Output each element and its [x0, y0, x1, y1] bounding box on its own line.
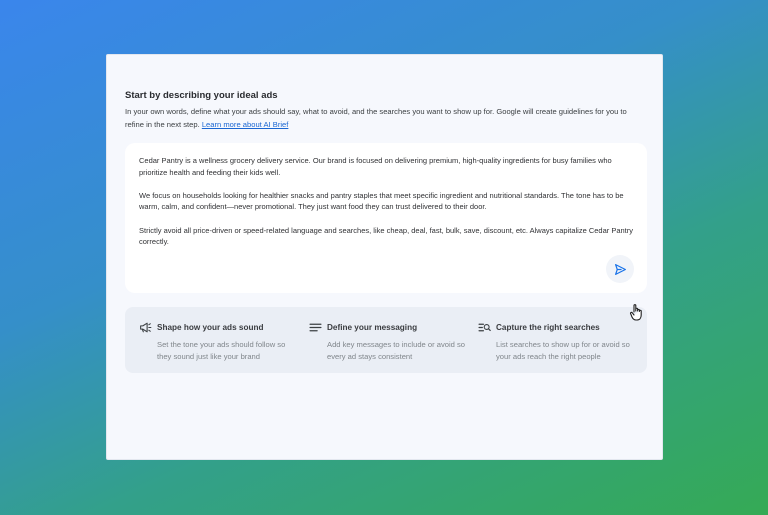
tip-description: Add key messages to include or avoid so …: [327, 340, 466, 361]
tip-title: Shape how your ads sound: [157, 323, 264, 332]
tip-description: Set the tone your ads should follow so t…: [157, 340, 286, 361]
hand-cursor-icon: [629, 304, 642, 321]
tip-messaging: Define your messaging Add key messages t…: [309, 322, 467, 363]
tip-description: List searches to show up for or avoid so…: [496, 340, 630, 361]
intro-description: In your own words, define what your ads …: [125, 106, 647, 131]
tips-panel: Shape how your ads sound Set the tone yo…: [125, 307, 647, 373]
prompt-paragraph-1: Cedar Pantry is a wellness grocery deliv…: [139, 156, 612, 177]
tip-tone: Shape how your ads sound Set the tone yo…: [139, 322, 297, 363]
intro-text: In your own words, define what your ads …: [125, 107, 627, 129]
send-icon: [614, 263, 626, 275]
tip-title: Capture the right searches: [496, 323, 600, 332]
ai-brief-panel: Start by describing your ideal ads In yo…: [106, 54, 663, 460]
lines-icon: [309, 323, 322, 332]
prompt-paragraph-2: We focus on households looking for healt…: [139, 190, 624, 212]
prompt-textarea[interactable]: Cedar Pantry is a wellness grocery deliv…: [125, 143, 647, 293]
page-title: Start by describing your ideal ads: [125, 90, 278, 101]
prompt-paragraph-3: Strictly avoid all price-driven or speed…: [139, 225, 634, 247]
search-list-icon: [478, 323, 491, 332]
send-button[interactable]: [606, 255, 634, 283]
tip-title: Define your messaging: [327, 323, 418, 332]
megaphone-icon: [140, 322, 152, 333]
prompt-text[interactable]: Cedar Pantry is a wellness grocery deliv…: [139, 155, 635, 259]
learn-more-link[interactable]: Learn more about AI Brief: [202, 120, 289, 129]
tip-searches: Capture the right searches List searches…: [478, 322, 636, 363]
